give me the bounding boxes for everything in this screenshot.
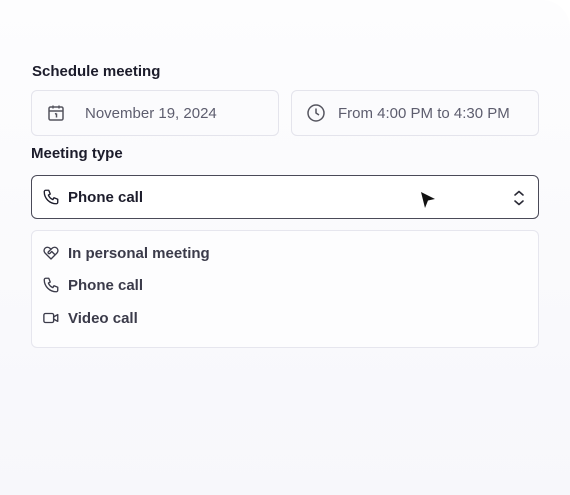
phone-icon <box>42 188 60 206</box>
phone-icon <box>42 276 60 294</box>
mouse-cursor-icon <box>420 191 436 214</box>
video-camera-icon <box>42 309 60 327</box>
option-phone-call[interactable]: Phone call <box>42 274 143 296</box>
time-field[interactable]: From 4:00 PM to 4:30 PM <box>291 90 539 136</box>
clock-icon <box>306 103 326 123</box>
chevron-up-down-icon <box>512 189 526 212</box>
time-value: From 4:00 PM to 4:30 PM <box>338 104 510 122</box>
option-label: Video call <box>68 309 138 327</box>
date-value: November 19, 2024 <box>85 104 217 122</box>
calendar-icon <box>47 104 65 122</box>
meeting-type-dropdown: In personal meeting Phone call Video cal… <box>31 230 539 348</box>
meeting-type-select[interactable]: Phone call <box>31 175 539 219</box>
option-video-call[interactable]: Video call <box>42 307 138 329</box>
option-label: Phone call <box>68 276 144 294</box>
option-in-person-meeting[interactable]: In personal meeting <box>42 242 210 264</box>
selected-value: Phone call <box>68 188 144 206</box>
meeting-type-label: Meeting type <box>31 145 123 162</box>
date-field[interactable]: November 19, 2024 <box>31 90 279 136</box>
handshake-icon <box>42 244 60 262</box>
schedule-meeting-card: Schedule meeting November 19, 2024 From … <box>0 0 570 495</box>
section-title: Schedule meeting <box>32 63 161 80</box>
option-label: In personal meeting <box>68 244 210 262</box>
